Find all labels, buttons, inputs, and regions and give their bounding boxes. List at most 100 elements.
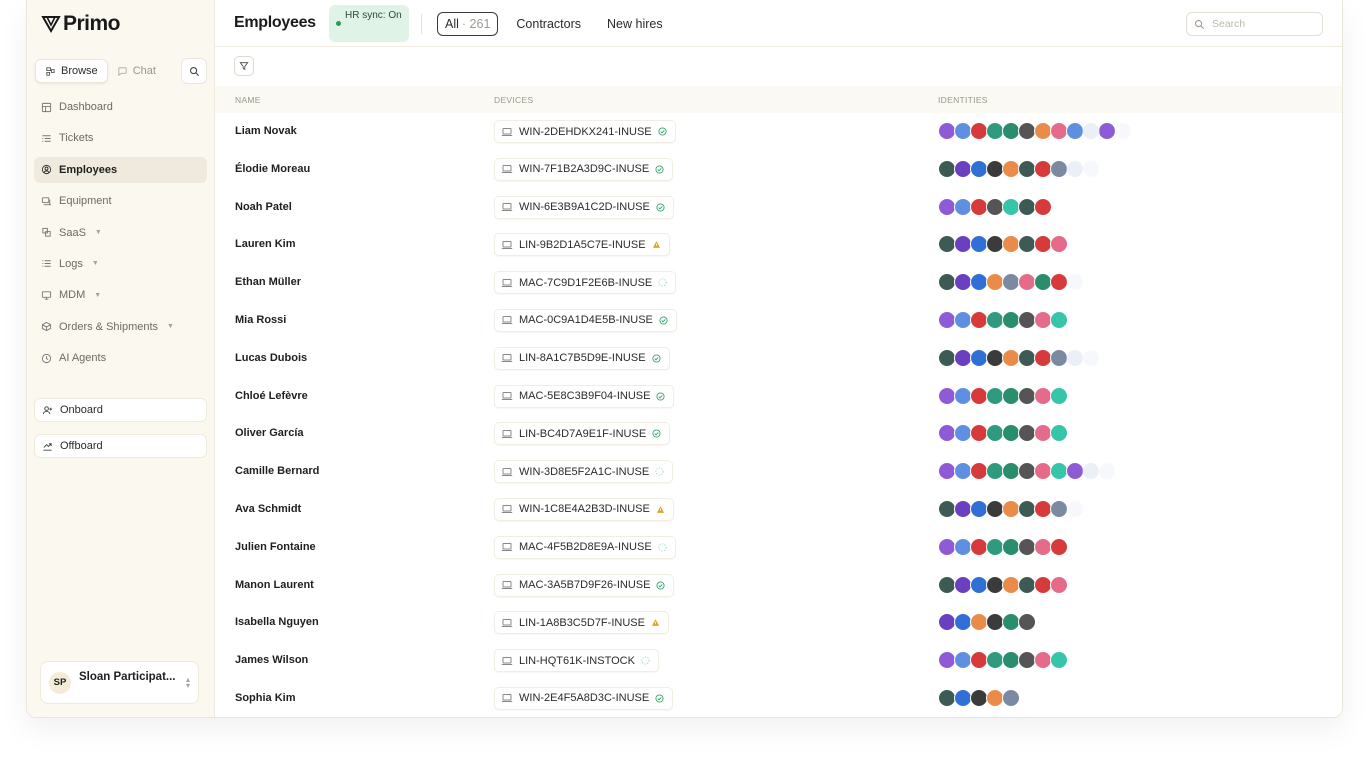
employee-name[interactable]: Noah Patel xyxy=(235,201,292,213)
sidebar-search-button[interactable] xyxy=(181,58,207,84)
identity-notion-icon[interactable] xyxy=(1018,613,1036,632)
sync-status-dot xyxy=(336,21,341,26)
employee-name[interactable]: Élodie Moreau xyxy=(235,163,310,175)
identity-faded-icon[interactable] xyxy=(1082,348,1100,367)
employee-name[interactable]: Ava Schmidt xyxy=(235,503,301,515)
identity-faded-icon[interactable] xyxy=(1066,273,1084,292)
device-chip[interactable]: WIN-2DEHDKX241-INUSE xyxy=(494,120,676,143)
device-chip[interactable]: MAC-5E8C3B9F04-INUSE xyxy=(494,384,675,408)
identity-slack-icon[interactable] xyxy=(1050,424,1068,443)
employee-name[interactable]: Oliver García xyxy=(235,427,304,439)
employee-name[interactable]: Manon Laurent xyxy=(235,579,314,591)
table-row[interactable]: Oliver García LIN-BC4D7A9E1F-INUSE xyxy=(215,415,1342,453)
mode-chat-button[interactable]: Chat xyxy=(108,59,165,83)
column-header-devices[interactable]: DEVICES xyxy=(494,95,533,105)
sidebar: Primo Browse Chat Dashboard Tickets Employ… xyxy=(27,0,215,717)
status-pending-icon xyxy=(655,467,664,476)
tab-all[interactable]: All · 261 xyxy=(437,12,499,36)
table-row[interactable]: Chloé Lefèvre MAC-5E8C3B9F04-INUSE xyxy=(215,378,1342,416)
employee-name[interactable]: Isabella Nguyen xyxy=(235,616,319,628)
sidebar-item-mdm[interactable]: MDM ▼ xyxy=(34,282,207,308)
device-chip[interactable]: WIN-7F1B2A3D9C-INUSE xyxy=(494,157,674,181)
sidebar-item-orders-shipments[interactable]: Orders & Shipments ▼ xyxy=(34,314,207,340)
device-chip[interactable]: LIN-BC4D7A9E1F-INUSE xyxy=(494,422,671,446)
sidebar-item-dashboard[interactable]: Dashboard xyxy=(34,94,207,120)
search-input[interactable] xyxy=(1212,18,1312,30)
identity-faded-icon[interactable] xyxy=(1098,462,1116,481)
table-row[interactable]: Noah Patel WIN-6E3B9A1C2D-INUSE xyxy=(215,189,1342,227)
identity-slate-icon[interactable] xyxy=(1002,688,1020,707)
filter-button[interactable] xyxy=(234,56,254,76)
identity-red-a-icon[interactable] xyxy=(1050,537,1068,556)
device-chip[interactable]: MAC-0C9A1D4E5B-INUSE xyxy=(494,308,677,332)
table-row[interactable]: Mia Rossi MAC-0C9A1D4E5B-INUSE xyxy=(215,302,1342,340)
user-menu[interactable]: SP Sloan Participat... ▴ ▾ xyxy=(40,661,199,704)
table-row[interactable]: Liam Novak WIN-2DEHDKX241-INUSE xyxy=(215,113,1342,151)
sidebar-item-equipment[interactable]: Equipment xyxy=(34,188,207,214)
offboard-button[interactable]: Offboard xyxy=(34,434,207,458)
table-row[interactable]: Julien Fontaine MAC-4F5B2D8E9A-INUSE xyxy=(215,529,1342,567)
employee-name[interactable]: Ethan Müller xyxy=(235,276,301,288)
sidebar-item-tickets[interactable]: Tickets xyxy=(34,125,207,151)
device-chip[interactable]: LIN-9B2D1A5C7E-INUSE xyxy=(494,233,670,257)
table-row[interactable]: Ethan Müller MAC-7C9D1F2E6B-INUSE xyxy=(215,264,1342,302)
employee-name[interactable]: Lucas Dubois xyxy=(235,352,307,364)
column-header-name[interactable]: NAME xyxy=(235,95,261,105)
employee-name[interactable]: Julien Fontaine xyxy=(235,541,316,553)
table-row[interactable]: Élodie Moreau WIN-7F1B2A3D9C-INUSE xyxy=(215,151,1342,189)
device-chip[interactable]: WIN-2E4F5A8D3C-INUSE xyxy=(494,686,674,710)
employee-name[interactable]: Lauren Kim xyxy=(235,238,296,250)
table-row[interactable]: Camille Bernard WIN-3D8E5F2A1C-INUSE xyxy=(215,453,1342,491)
device-name: MAC-3A5B7D9F26-INUSE xyxy=(519,579,651,592)
identity-slack-icon[interactable] xyxy=(1050,386,1068,405)
logo[interactable]: Primo xyxy=(41,12,121,36)
device-chip[interactable]: WIN-3D8E5F2A1C-INUSE xyxy=(494,460,674,484)
onboard-button[interactable]: Onboard xyxy=(34,398,207,422)
table-row[interactable]: Lauren Kim LIN-9B2D1A5C7E-INUSE xyxy=(215,226,1342,264)
device-chip[interactable]: WIN-6E3B9A1C2D-INUSE xyxy=(494,195,674,219)
laptop-icon xyxy=(501,392,513,401)
sidebar-item-employees[interactable]: Employees xyxy=(34,156,207,183)
identity-faded-icon[interactable] xyxy=(1114,122,1132,140)
table-row[interactable]: Manon Laurent MAC-3A5B7D9F26-INUSE xyxy=(215,567,1342,605)
device-chip[interactable]: LIN-8A1C7B5D9E-INUSE xyxy=(494,346,670,370)
device-chip[interactable]: MAC-7C9D1F2E6B-INUSE xyxy=(494,271,677,295)
table-row[interactable]: James Wilson LIN-HQT61K-INSTOCK xyxy=(215,642,1342,680)
employee-name[interactable]: Chloé Lefèvre xyxy=(235,390,308,402)
sidebar-item-ai-agents[interactable]: AI Agents xyxy=(34,345,207,371)
table-row[interactable]: Lucas Dubois LIN-8A1C7B5D9E-INUSE xyxy=(215,340,1342,378)
hr-sync-badge[interactable]: HR sync: On xyxy=(329,5,409,42)
mode-browse-button[interactable]: Browse xyxy=(35,59,108,83)
laptop-icon xyxy=(501,656,513,665)
status-ok-icon xyxy=(655,165,664,174)
device-chip[interactable]: MAC-4F5B2D8E9A-INUSE xyxy=(494,535,676,559)
employee-name[interactable]: Mia Rossi xyxy=(235,314,286,326)
table-row[interactable]: Isabella Nguyen LIN-1A8B3C5D7F-INUSE xyxy=(215,604,1342,642)
device-chip[interactable]: LIN-HQT61K-INSTOCK xyxy=(494,649,659,673)
tab-new-hires[interactable]: New hires xyxy=(599,12,671,36)
device-chip[interactable]: WIN-1C8E4A2B3D-INUSE xyxy=(494,497,674,521)
sidebar-item-saas[interactable]: SaaS ▼ xyxy=(34,220,207,246)
device-chip[interactable]: MAC-3A5B7D9F26-INUSE xyxy=(494,573,675,597)
device-chip[interactable]: LIN-1A8B3C5D7F-INUSE xyxy=(494,611,669,635)
employee-name[interactable]: James Wilson xyxy=(235,654,308,666)
identity-slack-icon[interactable] xyxy=(1050,651,1068,670)
identity-red-a-icon[interactable] xyxy=(1034,197,1052,216)
add-person-icon xyxy=(42,405,53,414)
column-header-identities[interactable]: IDENTITIES xyxy=(938,95,988,105)
sidebar-item-logs[interactable]: Logs ▼ xyxy=(34,251,207,277)
employee-name[interactable]: Camille Bernard xyxy=(235,465,319,477)
identity-faded-icon[interactable] xyxy=(1082,159,1100,178)
tab-contractors[interactable]: Contractors xyxy=(508,12,589,36)
identity-slack-icon[interactable] xyxy=(1050,310,1068,329)
identity-faded-icon[interactable] xyxy=(1066,499,1084,518)
table-row[interactable]: Sophia Kim WIN-2E4F5A8D3C-INUSE xyxy=(215,680,1342,717)
identity-pink-icon[interactable] xyxy=(1050,235,1068,254)
employee-name[interactable]: Liam Novak xyxy=(235,125,297,137)
table-row[interactable]: Ava Schmidt WIN-1C8E4A2B3D-INUSE xyxy=(215,491,1342,529)
employee-name[interactable]: Sophia Kim xyxy=(235,692,296,704)
sidebar-item-label: SaaS xyxy=(59,226,86,239)
identity-pink-icon[interactable] xyxy=(1050,575,1068,594)
search-box[interactable] xyxy=(1186,12,1323,36)
identity-faded-icon[interactable] xyxy=(1082,122,1100,140)
